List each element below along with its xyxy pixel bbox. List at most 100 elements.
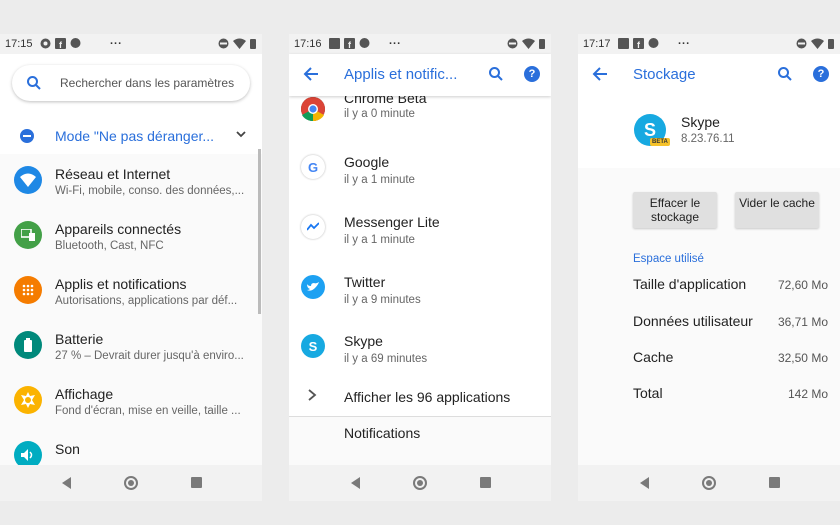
wifi-status-icon	[811, 38, 824, 49]
settings-item-title: Appareils connectés	[55, 221, 182, 237]
image-notif-icon	[329, 38, 340, 49]
status-bar: 17:17 f ...	[578, 34, 840, 54]
scrollbar[interactable]	[258, 149, 261, 314]
nav-back-icon[interactable]	[351, 477, 360, 489]
dnd-icon	[20, 129, 34, 143]
wifi-icon	[14, 166, 42, 194]
facebook-notif-icon: f	[633, 38, 644, 49]
notifications-label: Notifications	[344, 425, 421, 441]
app-item-twitter[interactable]: Twitter il y a 9 minutes	[289, 264, 551, 324]
chrome-beta-icon	[301, 97, 325, 121]
dnd-label: Mode "Ne pas déranger...	[55, 128, 215, 144]
help-icon[interactable]: ?	[813, 66, 829, 82]
skype-icon: S	[301, 334, 325, 358]
row-value: 142 Mo	[787, 387, 828, 401]
chrome-notif-icon	[40, 38, 51, 49]
dnd-status-icon	[796, 38, 807, 49]
row-label: Données utilisateur	[633, 313, 753, 329]
notification-icons: f	[618, 38, 659, 49]
apps-notifications-screen: 17:16 f ... Applis et notific... ? Chrom…	[289, 34, 551, 501]
dnd-suggestion[interactable]: Mode "Ne pas déranger...	[0, 117, 262, 157]
messenger-lite-icon	[301, 215, 325, 239]
app-name: Google	[344, 154, 390, 170]
navigation-bar	[578, 465, 840, 501]
back-arrow-icon[interactable]	[592, 66, 608, 82]
facebook-notif-icon: f	[344, 38, 355, 49]
settings-list: Réseau et Internet Wi-Fi, mobile, conso.…	[0, 154, 262, 469]
app-item-skype[interactable]: S Skype il y a 69 minutes	[289, 323, 551, 383]
nav-home-icon[interactable]	[124, 476, 138, 490]
battery-icon	[14, 331, 42, 359]
wifi-status-icon	[233, 38, 246, 49]
google-icon: G	[301, 155, 325, 179]
page-title: Applis et notific...	[344, 66, 458, 83]
storage-row-user-data: Données utilisateur 36,71 Mo	[633, 313, 828, 333]
dnd-status-icon	[218, 38, 229, 49]
app-item-messenger-lite[interactable]: Messenger Lite il y a 1 minute	[289, 204, 551, 264]
messenger-notif-icon	[648, 38, 659, 48]
notification-icons: f	[40, 38, 81, 49]
settings-item-display[interactable]: Affichage Fond d'écran, mise en veille, …	[0, 374, 262, 428]
clear-storage-button[interactable]: Effacer le stockage	[633, 192, 717, 228]
app-name: Skype	[681, 114, 720, 130]
settings-item-title: Affichage	[55, 386, 114, 402]
storage-row-app-size: Taille d'application 72,60 Mo	[633, 276, 828, 296]
nav-recents-icon[interactable]	[769, 477, 780, 488]
settings-search-bar[interactable]: Rechercher dans les paramètres	[12, 65, 250, 101]
row-value: 36,71 Mo	[777, 315, 828, 329]
brightness-icon	[14, 386, 42, 414]
row-label: Cache	[633, 349, 674, 365]
settings-item-subtitle: Bluetooth, Cast, NFC	[55, 240, 164, 252]
more-notifications-icon: ...	[110, 35, 123, 47]
nav-recents-icon[interactable]	[191, 477, 202, 488]
app-name: Twitter	[344, 274, 386, 290]
app-header: S BETA Skype 8.23.76.11	[578, 96, 840, 168]
app-bar: Applis et notific... ?	[289, 54, 551, 96]
nav-back-icon[interactable]	[640, 477, 649, 489]
nav-home-icon[interactable]	[702, 476, 716, 490]
app-item-google[interactable]: G Google il y a 1 minute	[289, 144, 551, 204]
settings-item-title: Son	[55, 441, 80, 457]
dnd-status-icon	[507, 38, 518, 49]
app-bar: Stockage ?	[578, 54, 840, 96]
notifications-item[interactable]: Notifications	[289, 417, 551, 467]
show-all-apps-button[interactable]: Afficher les 96 applications	[289, 379, 551, 417]
settings-item-subtitle: 27 % – Devrait durer jusqu'à enviro...	[55, 350, 244, 362]
system-icons	[507, 38, 545, 49]
storage-row-total: Total 142 Mo	[633, 385, 828, 405]
back-arrow-icon[interactable]	[303, 66, 319, 82]
settings-item-devices[interactable]: Appareils connectés Bluetooth, Cast, NFC	[0, 209, 262, 263]
row-label: Total	[633, 385, 663, 401]
app-last-used: il y a 9 minutes	[344, 294, 421, 306]
status-bar: 17:15 f ...	[0, 34, 262, 54]
chevron-right-icon	[308, 389, 317, 401]
nav-home-icon[interactable]	[413, 476, 427, 490]
settings-item-network[interactable]: Réseau et Internet Wi-Fi, mobile, conso.…	[0, 154, 262, 208]
app-last-used: il y a 1 minute	[344, 174, 415, 186]
settings-item-title: Applis et notifications	[55, 276, 187, 292]
settings-item-title: Réseau et Internet	[55, 166, 171, 182]
notification-icons: f	[329, 38, 370, 49]
storage-row-cache: Cache 32,50 Mo	[633, 349, 828, 369]
settings-item-battery[interactable]: Batterie 27 % – Devrait durer jusqu'à en…	[0, 319, 262, 373]
image-notif-icon	[618, 38, 629, 49]
settings-item-apps[interactable]: Applis et notifications Autorisations, a…	[0, 264, 262, 318]
app-last-used: il y a 69 minutes	[344, 353, 428, 365]
status-time: 17:17	[583, 38, 611, 50]
row-value: 32,50 Mo	[777, 351, 828, 365]
status-time: 17:16	[294, 38, 322, 50]
twitter-icon	[301, 275, 325, 299]
help-icon[interactable]: ?	[524, 66, 540, 82]
chevron-down-icon[interactable]	[235, 128, 247, 140]
facebook-notif-icon: f	[55, 38, 66, 49]
clear-cache-button[interactable]: Vider le cache	[735, 192, 819, 228]
search-icon[interactable]	[488, 66, 504, 82]
settings-screen: 17:15 f ... Rechercher dans les paramètr…	[0, 34, 262, 501]
storage-screen: 17:17 f ... Stockage ? S BETA Skype 8.23…	[578, 34, 840, 501]
app-version: 8.23.76.11	[681, 133, 735, 145]
nav-back-icon[interactable]	[62, 477, 71, 489]
settings-item-subtitle: Autorisations, applications par déf...	[55, 295, 238, 307]
search-icon[interactable]	[777, 66, 793, 82]
nav-recents-icon[interactable]	[480, 477, 491, 488]
section-header: Espace utilisé	[633, 253, 704, 265]
